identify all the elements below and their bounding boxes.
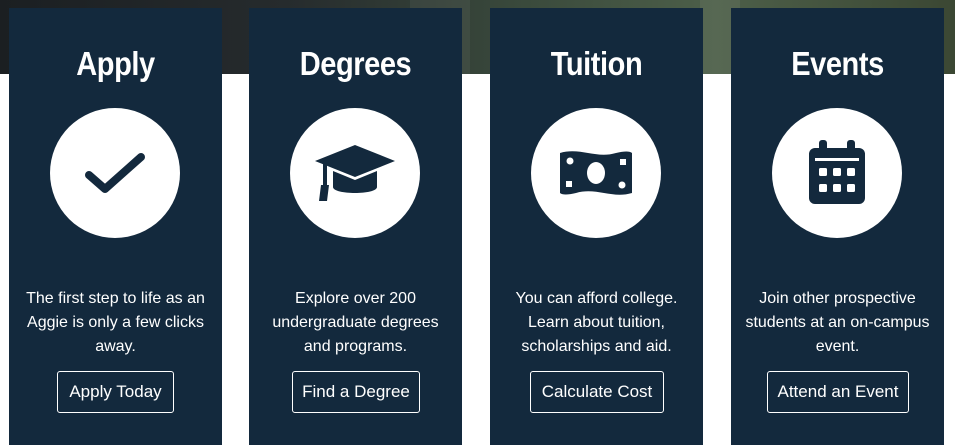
money-bill-icon: [556, 145, 636, 201]
graduation-cap-icon: [313, 141, 397, 205]
card-description: Join other prospective students at an on…: [745, 290, 930, 355]
card-description: Explore over 200 undergraduate degrees a…: [272, 290, 439, 355]
icon-circle: [50, 108, 180, 238]
card-title: Degrees: [299, 45, 412, 82]
calculate-cost-button[interactable]: Calculate Cost: [530, 371, 664, 413]
card-degrees: Degrees Explore over 200 undergraduate d…: [249, 8, 462, 445]
card-description: The first step to life as an Aggie is on…: [26, 290, 205, 355]
card-tuition: Tuition You can afford college. Learn ab…: [490, 8, 703, 445]
card-title: Tuition: [550, 45, 643, 82]
attend-an-event-button[interactable]: Attend an Event: [767, 371, 909, 413]
icon-circle: [772, 108, 902, 238]
icon-circle: [531, 108, 661, 238]
apply-today-button[interactable]: Apply Today: [57, 371, 174, 413]
card-apply: Apply The first step to life as an Aggie…: [9, 8, 222, 445]
calendar-icon: [807, 140, 867, 206]
icon-circle: [290, 108, 420, 238]
card-title: Events: [791, 45, 884, 82]
card-description: You can afford college. Learn about tuit…: [515, 290, 678, 355]
find-a-degree-button[interactable]: Find a Degree: [292, 371, 420, 413]
card-events: Events Join other prospective students a…: [731, 8, 944, 445]
card-title: Apply: [76, 45, 155, 82]
check-icon: [83, 149, 147, 197]
